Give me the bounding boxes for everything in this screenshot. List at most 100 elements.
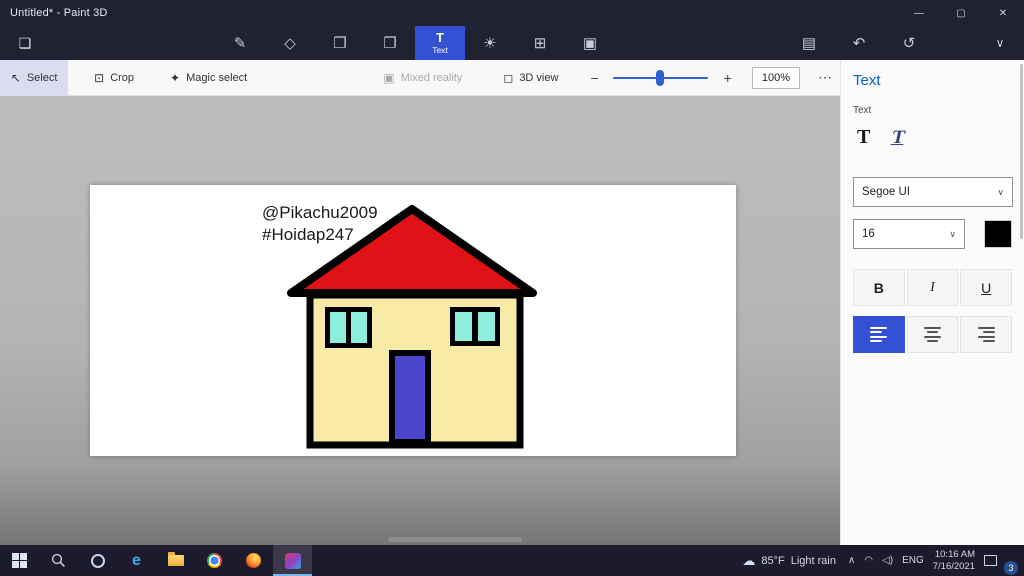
text-tool-button[interactable]: T Text	[415, 26, 465, 60]
history-icon: ↺	[902, 35, 916, 52]
magic-select-icon: ✦	[170, 70, 181, 85]
text-style-row: B I U	[853, 269, 1013, 306]
bold-button[interactable]: B	[853, 269, 905, 306]
size-row: 16 ∨	[853, 219, 1012, 249]
brush-icon: ✎	[233, 35, 247, 52]
toolbar-gap	[934, 26, 976, 60]
firefox-button[interactable]	[234, 545, 273, 576]
align-right-icon	[977, 326, 995, 343]
network-button[interactable]: ◠	[864, 555, 873, 566]
stickers-button[interactable]: ❐	[365, 26, 415, 60]
zoom-slider-thumb[interactable]	[656, 69, 665, 86]
canvas-button[interactable]: ⊞	[515, 26, 565, 60]
system-tray: ∧ ◠ ◁) ENG 10:16 AM 7/16/2021 3	[848, 545, 1024, 576]
minimize-button[interactable]: —	[898, 0, 940, 26]
drawing-canvas[interactable]: @Pikachu2009 #Hoidap247	[90, 185, 736, 456]
main-content: ↖ Select ⊡ Crop ✦ Magic select ▣ Mixed r…	[0, 59, 1024, 545]
window-title: Untitled* - Paint 3D	[10, 7, 108, 19]
taskbar-search-button[interactable]	[39, 545, 78, 576]
italic-button[interactable]: I	[906, 269, 959, 306]
top-toolbar: ❏ ✎ ◇ ❒ ❐ T Text ☀ ⊞ ▣ ▤ ↶ ↺ ∨	[0, 26, 1024, 60]
notification-badge: 3	[1004, 561, 1018, 575]
mixed-reality-label: Mixed reality	[400, 71, 463, 84]
3d-text-button[interactable]: T	[890, 127, 907, 149]
text-tool-label: Text	[432, 45, 448, 56]
work-area: @Pikachu2009 #Hoidap247	[0, 96, 840, 545]
font-family-select[interactable]: Segoe UI ∨	[853, 177, 1013, 207]
2d-shapes-button[interactable]: ◇	[265, 26, 315, 60]
underline-button[interactable]: U	[960, 269, 1013, 306]
volume-button[interactable]: ◁)	[882, 555, 893, 566]
file-explorer-button[interactable]	[156, 545, 195, 576]
zoom-value[interactable]: 100%	[751, 66, 800, 89]
text-color-swatch[interactable]	[984, 220, 1012, 248]
chrome-button[interactable]	[195, 545, 234, 576]
paste-button[interactable]: ▤	[784, 26, 834, 60]
canvas-text-line1: @Pikachu2009	[262, 203, 378, 222]
align-center-button[interactable]	[906, 316, 959, 353]
zoom-out-button[interactable]: −	[584, 70, 604, 86]
maximize-button[interactable]: ▢	[940, 0, 982, 26]
folder-icon	[167, 552, 184, 566]
crop-icon: ⊡	[94, 70, 105, 85]
align-right-button[interactable]	[960, 316, 1013, 353]
align-left-button[interactable]	[853, 316, 905, 353]
tray-expand-button[interactable]: ∧	[848, 555, 855, 566]
text-panel: Text Text T T Segoe UI ∨ 16 ∨ B I U	[840, 60, 1024, 545]
close-button[interactable]: ✕	[982, 0, 1024, 26]
speaker-icon: ◁)	[882, 555, 894, 566]
zoom-slider[interactable]	[612, 69, 708, 86]
house-window-left-pane2	[351, 312, 367, 343]
3d-view-icon: ◻	[503, 70, 514, 85]
effects-button[interactable]: ☀	[465, 26, 515, 60]
2d-text-button[interactable]: T	[857, 126, 870, 149]
language-indicator[interactable]: ENG	[902, 555, 924, 566]
3d-library-icon: ▣	[582, 35, 598, 52]
undo-button[interactable]: ↶	[834, 26, 884, 60]
history-button[interactable]: ↺	[884, 26, 934, 60]
paint3d-taskbar-button[interactable]	[273, 545, 312, 576]
mixed-reality-icon: ▣	[383, 70, 395, 85]
3d-view-label: 3D view	[519, 71, 559, 84]
panel-scrollbar[interactable]	[1020, 64, 1023, 239]
edge-button[interactable]: e	[117, 545, 156, 576]
panel-title: Text	[853, 72, 881, 89]
3d-view-button[interactable]: ◻ 3D view	[495, 60, 566, 96]
search-icon	[51, 553, 65, 567]
titlebar: Untitled* - Paint 3D — ▢ ✕	[0, 0, 1024, 26]
cortana-button[interactable]	[78, 545, 117, 576]
menu-button[interactable]: ❏	[0, 26, 50, 60]
network-icon: ◠	[864, 555, 874, 566]
chevron-down-icon: ∨	[995, 36, 1005, 50]
2d-shapes-icon: ◇	[284, 35, 296, 52]
canvas-icon: ⊞	[533, 35, 547, 52]
weather-temp: 85°F	[761, 554, 785, 567]
align-center-icon	[924, 326, 941, 343]
font-size-select[interactable]: 16 ∨	[853, 219, 965, 249]
house-door	[389, 350, 431, 445]
window-controls: — ▢ ✕	[898, 0, 1024, 26]
expand-toolbar-button[interactable]: ∨	[976, 26, 1024, 60]
crop-tool[interactable]: ⊡ Crop	[86, 60, 142, 96]
mixed-reality-button: ▣ Mixed reality	[375, 60, 470, 96]
font-family-value: Segoe UI	[862, 186, 910, 198]
3d-library-button[interactable]: ▣	[565, 26, 615, 60]
clock[interactable]: 10:16 AM 7/16/2021	[933, 549, 975, 573]
horizontal-scrollbar[interactable]	[388, 537, 522, 542]
paste-icon: ▤	[801, 35, 817, 52]
start-button[interactable]	[0, 545, 39, 576]
select-cursor-icon: ↖	[10, 70, 21, 85]
zoom-in-button[interactable]: +	[718, 70, 738, 86]
magic-select-tool[interactable]: ✦ Magic select	[162, 60, 255, 96]
house-drawing: @Pikachu2009 #Hoidap247	[262, 203, 537, 449]
editor-column: ↖ Select ⊡ Crop ✦ Magic select ▣ Mixed r…	[0, 59, 840, 545]
select-tool[interactable]: ↖ Select	[0, 59, 69, 96]
action-center-button[interactable]: 3	[984, 545, 1018, 576]
chevron-down-icon: ∨	[949, 228, 956, 239]
weather-widget[interactable]: ☁ 85°F Light rain	[730, 545, 848, 576]
brushes-button[interactable]: ✎	[215, 26, 265, 60]
3d-shapes-button[interactable]: ❒	[315, 26, 365, 60]
more-options-button[interactable]: ⋯	[810, 69, 840, 86]
notification-icon	[984, 555, 997, 566]
effects-icon: ☀	[483, 35, 497, 52]
